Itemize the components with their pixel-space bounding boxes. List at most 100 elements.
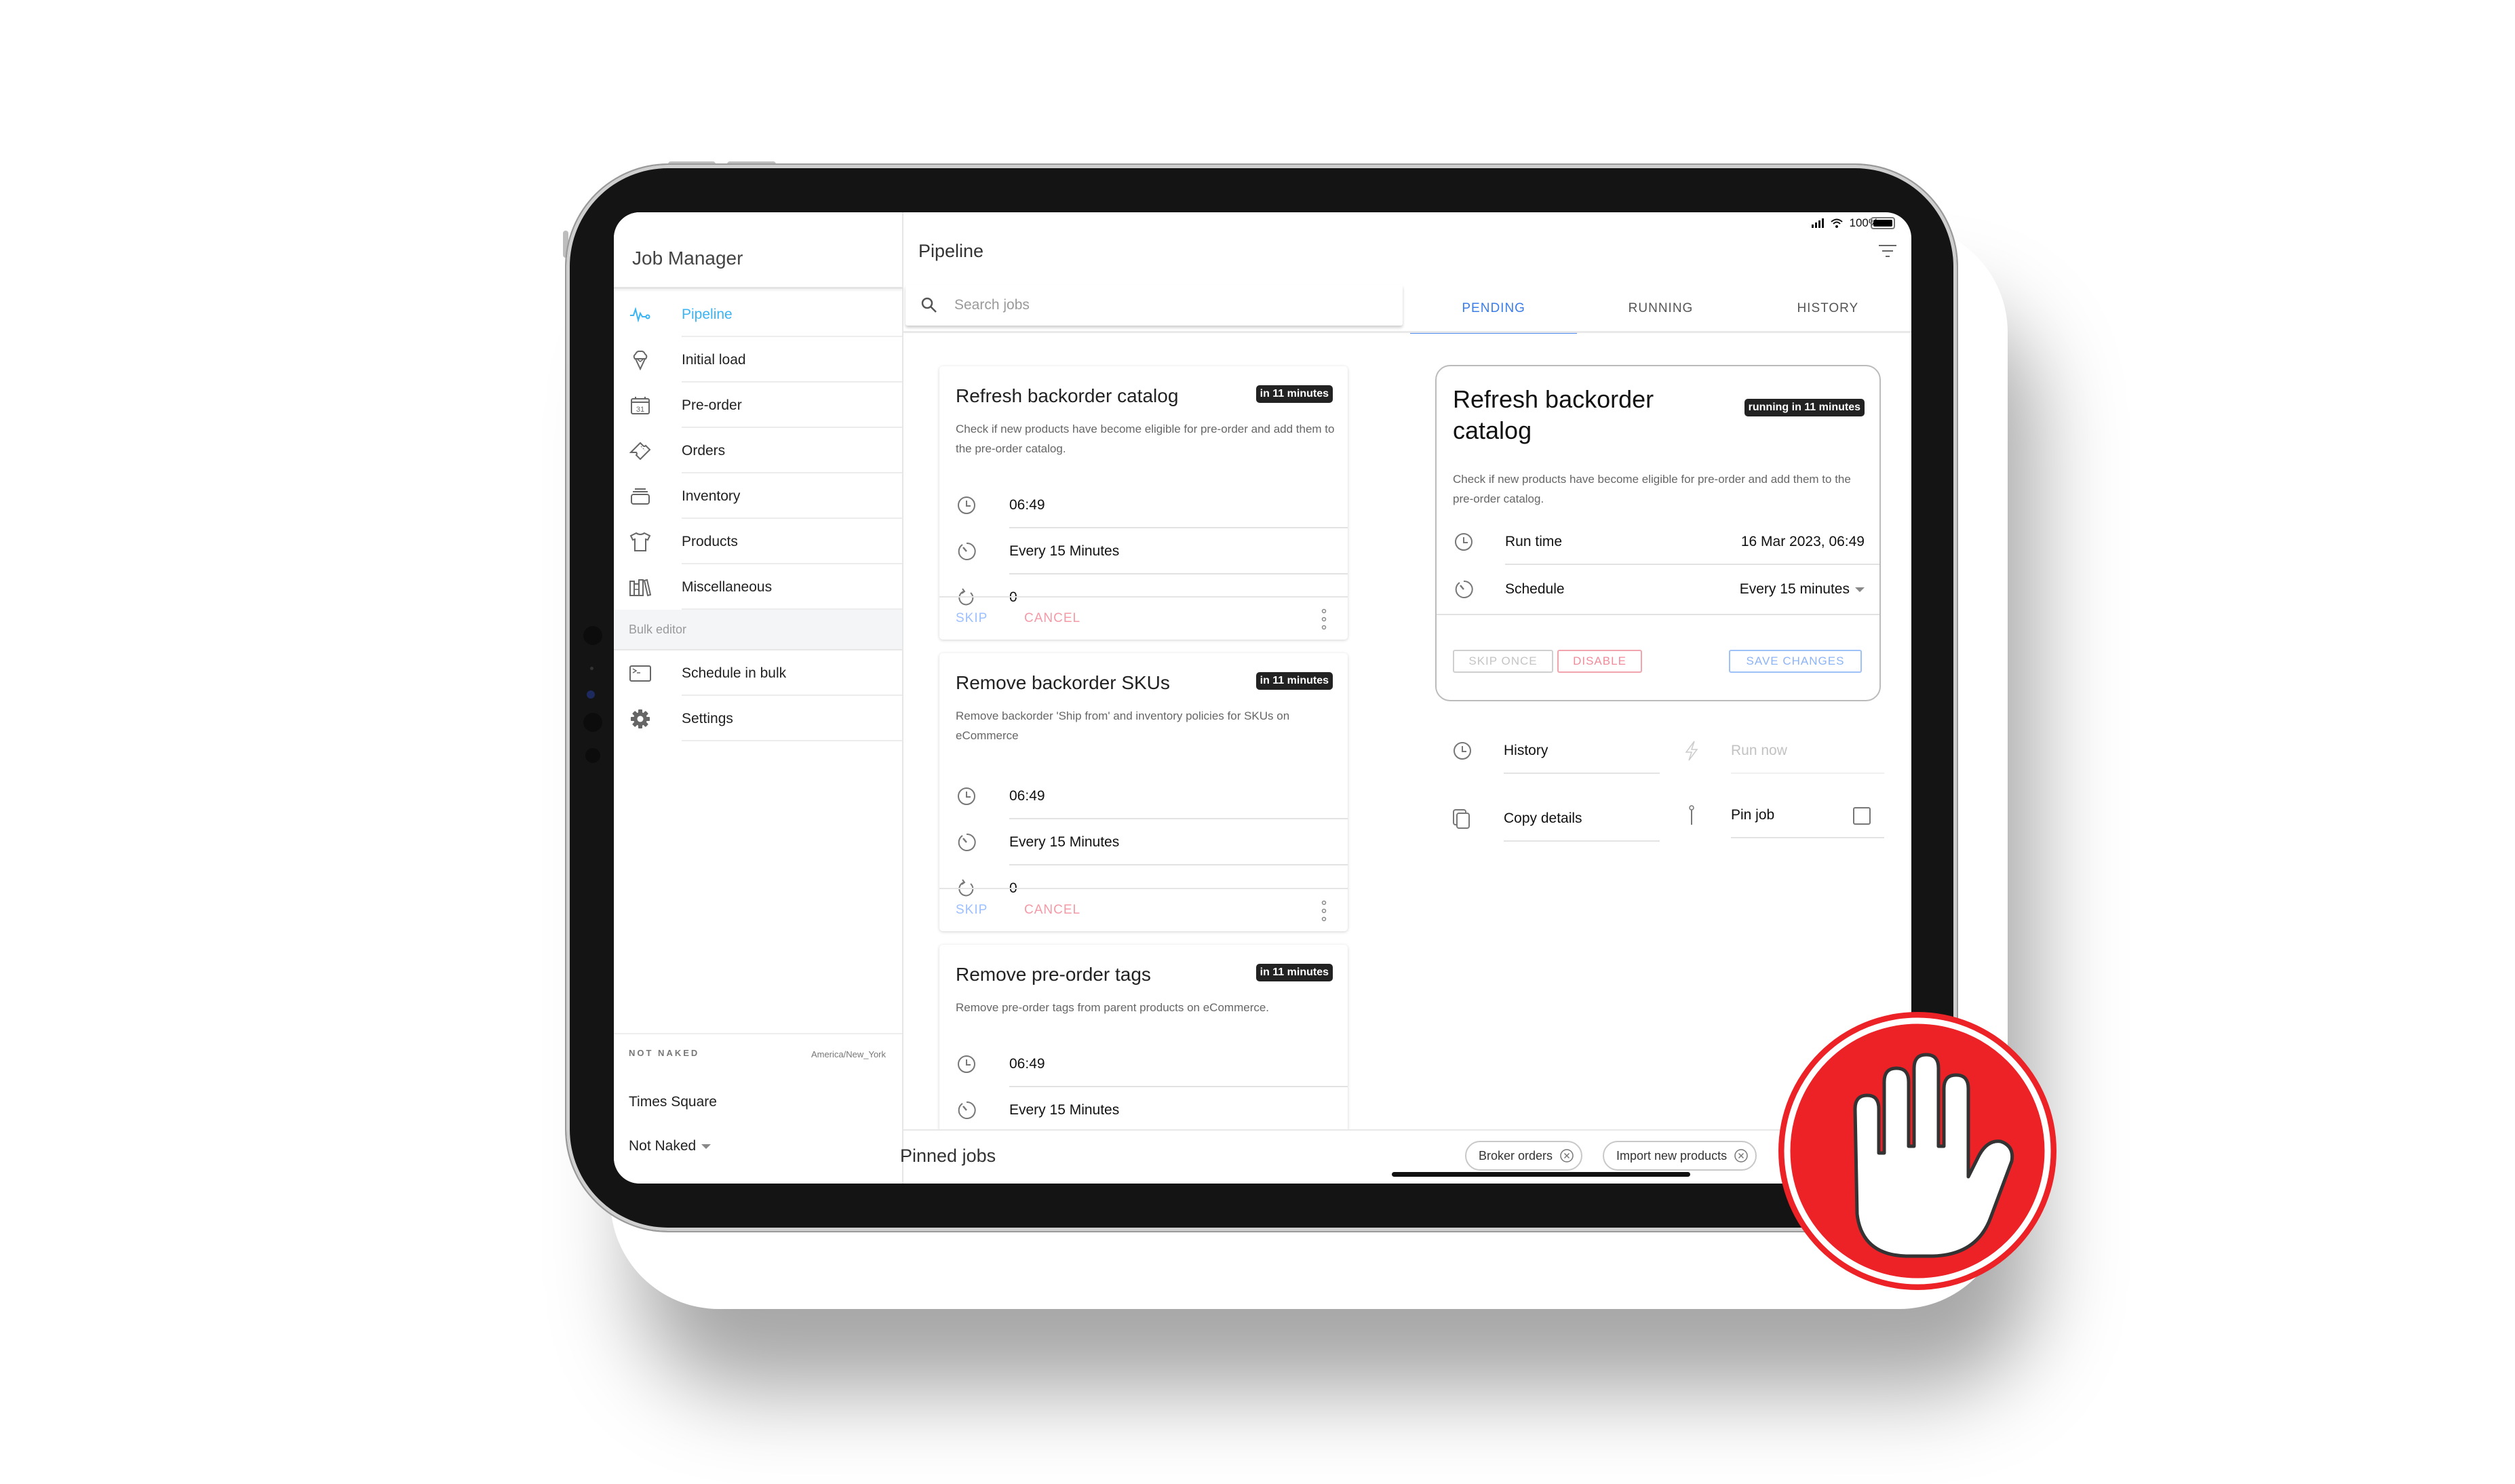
stack-icon: [629, 485, 652, 508]
pin-job-label: Pin job: [1731, 807, 1775, 823]
timer-icon: [958, 833, 976, 851]
more-vertical-icon[interactable]: [1321, 607, 1327, 631]
sidebar-nav: Pipeline Initial load 31 Pre-order Order…: [614, 292, 902, 741]
sidebar-item-products[interactable]: Products: [614, 519, 902, 564]
home-indicator: [1392, 1172, 1690, 1177]
job-card[interactable]: Refresh backorder catalog in 11 minutes …: [939, 366, 1348, 640]
store-label: NOT NAKED: [629, 1048, 700, 1058]
page-title: Pipeline: [918, 241, 984, 261]
pulse-icon: [629, 303, 652, 326]
pin-job-checkbox[interactable]: [1853, 807, 1871, 825]
pin-icon: [1689, 805, 1694, 825]
sidebar-item-label: Settings: [682, 710, 733, 726]
books-icon: [629, 576, 652, 599]
disable-button[interactable]: DISABLE: [1557, 650, 1642, 673]
job-card[interactable]: Remove backorder SKUs in 11 minutes Remo…: [939, 653, 1348, 931]
status-badge: in 11 minutes: [1255, 672, 1333, 690]
gear-icon: [629, 707, 652, 730]
sidebar-item-settings[interactable]: Settings: [614, 696, 902, 741]
tab-history[interactable]: HISTORY: [1744, 285, 1911, 332]
search-bar: [905, 285, 1403, 326]
job-time: 06:49: [1009, 788, 1045, 804]
timer-icon: [958, 542, 976, 560]
schedule-select[interactable]: Every 15 minutes: [1740, 581, 1865, 598]
history-label: History: [1504, 743, 1548, 758]
pinned-chip[interactable]: Broker orders: [1465, 1141, 1583, 1171]
svg-text:31: 31: [636, 406, 644, 414]
job-description: Remove pre-order tags from parent produc…: [956, 1001, 1270, 1014]
details-title: Refresh backorder catalog: [1453, 385, 1654, 444]
job-frequency: Every 15 Minutes: [1009, 834, 1120, 850]
sensor: [585, 748, 600, 763]
run-time-row: Run time 16 Mar 2023, 06:49: [1437, 519, 1879, 565]
status-badge: in 11 minutes: [1255, 385, 1333, 403]
tab-pending[interactable]: PENDING: [1410, 285, 1578, 334]
schedule-row: Schedule Every 15 minutes: [1437, 566, 1879, 612]
search-input[interactable]: [953, 296, 1363, 314]
job-frequency-row: Every 15 Minutes: [939, 819, 1348, 865]
tab-running[interactable]: RUNNING: [1577, 285, 1744, 332]
job-description: Check if new products have become eligib…: [956, 423, 1335, 455]
status-badge: in 11 minutes: [1255, 964, 1333, 981]
close-icon[interactable]: [1734, 1148, 1749, 1163]
sidebar-item-label: Initial load: [682, 351, 746, 368]
run-time-value[interactable]: 16 Mar 2023, 06:49: [1741, 534, 1865, 550]
copy-details-label: Copy details: [1504, 811, 1582, 826]
job-frequency: Every 15 Minutes: [1009, 543, 1120, 559]
run-now-action[interactable]: Run now: [1681, 728, 1884, 774]
sensor-dot: [590, 667, 593, 670]
skip-button[interactable]: SKIP: [956, 903, 988, 918]
pinned-jobs-bar: Pinned jobs Broker orders Import new pro…: [900, 1129, 1911, 1184]
schedule-value: Every 15 minutes: [1739, 581, 1850, 597]
save-changes-button[interactable]: SAVE CHANGES: [1729, 650, 1862, 673]
front-camera: [587, 690, 595, 699]
sidebar-item-orders[interactable]: Orders: [614, 428, 902, 473]
history-action[interactable]: History: [1451, 728, 1675, 774]
divider: [1504, 773, 1660, 774]
copy-details-action[interactable]: Copy details: [1451, 796, 1675, 842]
tab-bar: PENDING RUNNING HISTORY: [1410, 285, 1911, 334]
sidebar-item-pre-order[interactable]: 31 Pre-order: [614, 383, 902, 428]
sidebar-section-bulk-editor: Bulk editor: [614, 610, 902, 650]
cancel-button[interactable]: CANCEL: [1024, 903, 1080, 918]
job-list: Refresh backorder catalog in 11 minutes …: [939, 366, 1348, 1182]
run-time-label: Run time: [1505, 534, 1563, 549]
calendar-icon: 31: [629, 394, 652, 417]
job-time: 06:49: [1009, 1056, 1045, 1072]
details-description: Check if new products have become eligib…: [1453, 473, 1851, 505]
job-details-panel: Refresh backorder catalog running in 11 …: [1435, 365, 1881, 701]
pinned-chip[interactable]: Import new products: [1603, 1141, 1757, 1171]
divider: [614, 287, 902, 289]
job-frequency-row: Every 15 Minutes: [939, 1087, 1348, 1133]
timer-icon: [1455, 580, 1473, 598]
sidebar-item-label: Pre-order: [682, 397, 742, 413]
store-select[interactable]: Not Naked: [629, 1138, 711, 1154]
skip-once-button[interactable]: SKIP ONCE: [1453, 650, 1553, 673]
skip-button[interactable]: SKIP: [956, 611, 988, 626]
stop-hand-icon: [1778, 1012, 2056, 1290]
chip-label: Broker orders: [1479, 1148, 1553, 1163]
sidebar: Job Manager Pipeline Initial load 31 Pre…: [614, 212, 903, 1184]
section-label: Bulk editor: [629, 622, 687, 636]
close-icon[interactable]: [1559, 1148, 1574, 1163]
more-vertical-icon[interactable]: [1321, 899, 1327, 923]
store-select-value: Not Naked: [629, 1138, 697, 1154]
job-frequency-row: Every 15 Minutes: [939, 528, 1348, 574]
filter-icon[interactable]: [1877, 243, 1898, 260]
sidebar-item-initial-load[interactable]: Initial load: [614, 337, 902, 383]
ticket-icon: [629, 440, 652, 463]
chevron-down-icon: [1855, 587, 1865, 592]
cancel-button[interactable]: CANCEL: [1024, 611, 1080, 626]
sidebar-item-schedule-in-bulk[interactable]: Schedule in bulk: [614, 650, 902, 696]
chevron-down-icon: [701, 1144, 711, 1149]
sidebar-item-miscellaneous[interactable]: Miscellaneous: [614, 564, 902, 610]
divider: [1437, 614, 1879, 615]
lightning-icon: [1685, 741, 1698, 761]
location-name: Times Square: [629, 1094, 717, 1110]
sidebar-item-label: Orders: [682, 442, 726, 458]
job-actions: SKIP CANCEL: [939, 888, 1348, 931]
sidebar-item-inventory[interactable]: Inventory: [614, 473, 902, 519]
timer-icon: [958, 1101, 976, 1119]
divider: [1731, 837, 1884, 838]
sidebar-item-pipeline[interactable]: Pipeline: [614, 292, 902, 337]
